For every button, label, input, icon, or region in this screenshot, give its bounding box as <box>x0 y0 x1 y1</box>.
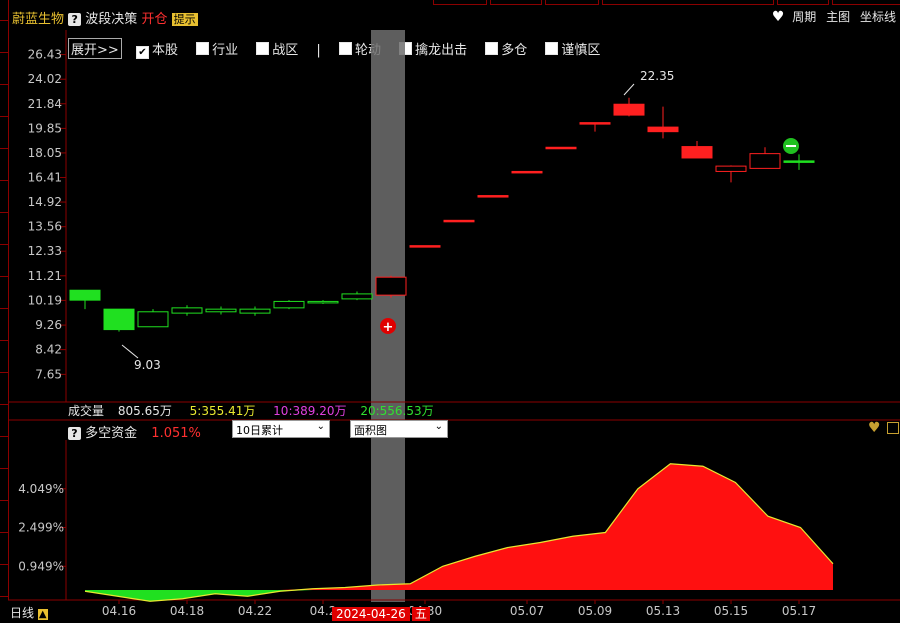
candle-body[interactable] <box>647 126 679 133</box>
candle-body[interactable] <box>545 146 577 150</box>
candle-body[interactable] <box>273 300 305 309</box>
price-tick-label: 11.21 <box>28 269 62 283</box>
candle-body[interactable] <box>205 308 237 313</box>
price-tick-label: 21.84 <box>28 97 62 111</box>
price-tick-label: 9.26 <box>35 318 62 332</box>
sub-panel-header: ? 多空资金 1.051% <box>68 422 201 441</box>
accumulation-select[interactable]: 10日累计 ⌄ <box>232 420 330 438</box>
period-indicator[interactable]: 日线 ▲ <box>10 604 48 621</box>
x-tick-label: 04.22 <box>238 604 272 618</box>
volume-row: 成交量 805.65万 5:355.41万 10:389.20万 20:556.… <box>68 402 434 419</box>
x-tick-label: 05.09 <box>578 604 612 618</box>
window-icon[interactable] <box>887 422 899 434</box>
price-tick-label: 16.41 <box>28 170 62 184</box>
sub-panel-value: 1.051% <box>151 426 201 441</box>
price-tick-label: 19.85 <box>28 121 62 135</box>
candle-body[interactable] <box>681 146 713 159</box>
volume-value: 805.65万 <box>117 404 172 418</box>
chart-style-select[interactable]: 面积图 ⌄ <box>350 420 448 438</box>
period-label: 日线 <box>10 606 35 620</box>
chart-canvas[interactable]: 26.43 24.02 21.84 19.85 18.05 16.41 14.92 13.56… <box>0 0 900 623</box>
price-tick-label: 12.33 <box>28 244 62 258</box>
chevron-down-icon: ⌄ <box>316 421 325 432</box>
x-tick-label: 05.13 <box>646 604 680 618</box>
x-tick-label: 05.15 <box>714 604 748 618</box>
selected-date-badge: 2024-04-26 五 <box>332 603 430 622</box>
sell-signal-icon[interactable] <box>783 138 799 154</box>
volume-label: 成交量 <box>68 404 105 418</box>
candle-body[interactable] <box>511 170 543 174</box>
candle-body[interactable] <box>171 307 203 314</box>
help-icon[interactable]: ? <box>68 427 81 440</box>
low-price-label: 9.03 <box>134 358 161 372</box>
high-price-label: 22.35 <box>640 69 674 83</box>
heart-icon[interactable]: ♥ <box>868 420 881 436</box>
volume-ma5: 5:355.41万 <box>189 404 256 418</box>
chevron-down-icon: ⌄ <box>434 421 443 432</box>
candle-body[interactable] <box>443 219 475 223</box>
svg-text:+: + <box>383 320 394 335</box>
period-up-icon[interactable]: ▲ <box>37 609 48 620</box>
price-tick-label: 14.92 <box>28 195 62 209</box>
volume-ma20: 20:556.53万 <box>360 404 434 418</box>
candle-body[interactable] <box>783 160 815 163</box>
x-tick-label: 04.16 <box>102 604 136 618</box>
candle-body[interactable] <box>409 245 441 248</box>
x-tick-label: 04.18 <box>170 604 204 618</box>
price-tick-label: 24.02 <box>28 72 62 86</box>
select-value: 面积图 <box>354 424 387 437</box>
volume-ma10: 10:389.20万 <box>273 404 347 418</box>
sub-tick-label: 2.499% <box>18 521 64 535</box>
selected-date: 2024-04-26 <box>332 607 410 621</box>
candle-body[interactable] <box>477 195 509 198</box>
x-tick-label: 05.07 <box>510 604 544 618</box>
high-annotation: 22.35 <box>623 69 674 96</box>
price-tick-label: 13.56 <box>28 220 62 234</box>
candle-body[interactable] <box>137 311 169 328</box>
selected-day-highlight <box>371 30 405 602</box>
candle-body[interactable] <box>69 289 101 301</box>
selected-weekday: 五 <box>411 607 430 621</box>
price-tick-label: 10.19 <box>28 293 62 307</box>
sub-tick-label: 0.949% <box>18 559 64 573</box>
price-tick-label: 26.43 <box>28 48 62 62</box>
candle-body[interactable] <box>307 300 339 304</box>
price-tick-label: 7.65 <box>35 367 62 381</box>
low-annotation: 9.03 <box>121 344 161 372</box>
candle-body[interactable] <box>341 293 373 300</box>
price-tick-label: 18.05 <box>28 146 62 160</box>
price-tick-label: 8.42 <box>35 343 62 357</box>
bull-area <box>85 463 833 590</box>
select-value: 10日累计 <box>236 424 283 437</box>
x-tick-label: 05.17 <box>782 604 816 618</box>
candle-body[interactable] <box>749 153 781 169</box>
candle-body[interactable] <box>375 276 407 296</box>
candle-body[interactable] <box>613 103 645 116</box>
sub-tick-label: 4.049% <box>18 482 64 496</box>
candle-body[interactable] <box>239 308 271 314</box>
sub-panel-title: 多空资金 <box>85 426 138 441</box>
candle-body[interactable] <box>579 122 611 125</box>
candle-body[interactable] <box>103 308 135 331</box>
candle-body[interactable] <box>715 165 747 172</box>
